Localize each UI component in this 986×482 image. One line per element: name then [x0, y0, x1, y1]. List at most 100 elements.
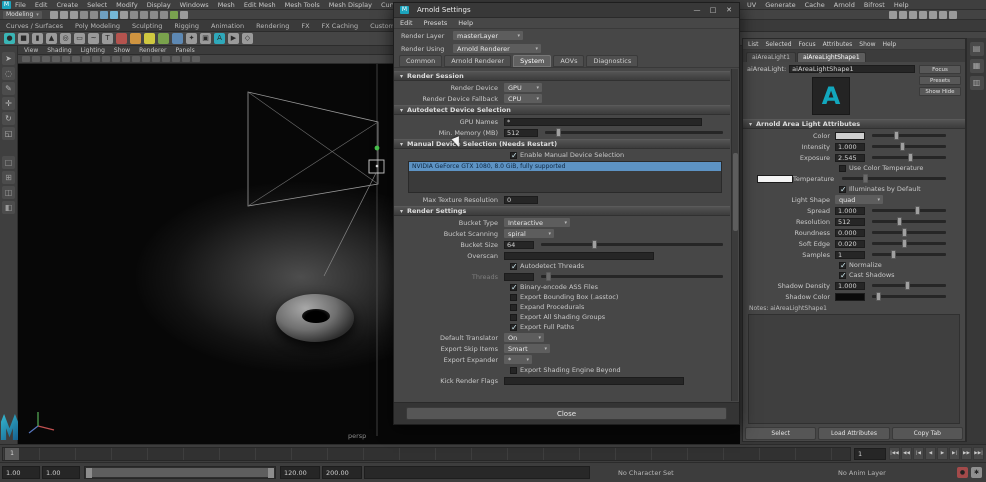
range-slider[interactable]	[84, 466, 276, 479]
menu-item[interactable]: Help	[894, 1, 909, 9]
expand-procedurals-checkbox[interactable]	[510, 303, 517, 311]
shelf-tab[interactable]: Rigging	[174, 22, 199, 30]
step-back-key-button[interactable]: |◀	[913, 447, 924, 460]
hypershade-icon[interactable]	[919, 10, 927, 19]
ae-node-tab[interactable]: aiAreaLight1	[746, 52, 796, 62]
export-full-paths-checkbox[interactable]	[510, 323, 518, 332]
shelf-fire-icon[interactable]	[144, 33, 155, 44]
close-button[interactable]: Close	[406, 407, 727, 420]
menu-item[interactable]: UV	[747, 1, 756, 9]
shelf-tab[interactable]: FX Caching	[322, 22, 359, 30]
menu-set-selector[interactable]: Modeling ▾	[3, 10, 42, 19]
menu-item[interactable]: Mesh	[218, 1, 235, 9]
shelf-sphere-icon[interactable]: ●	[4, 33, 15, 44]
shadow-color-swatch[interactable]	[835, 292, 865, 301]
vp-safe-action-icon[interactable]	[132, 56, 140, 62]
snap-to-grid-icon[interactable]	[129, 10, 138, 19]
render-layer-dropdown[interactable]: masterLayer ▾	[453, 31, 523, 40]
dialog-menu-item[interactable]: Help	[458, 19, 473, 27]
scale-tool-icon[interactable]: ◱	[2, 127, 15, 140]
render-using-dropdown[interactable]: Arnold Renderer ▾	[453, 44, 541, 53]
ae-menu-item[interactable]: Show	[859, 41, 875, 48]
shelf-grass-icon[interactable]	[158, 33, 169, 44]
select-by-hierarchy-icon[interactable]	[99, 10, 108, 19]
exposure-slider[interactable]	[872, 153, 946, 162]
viewport-menu-item[interactable]: Panels	[175, 47, 194, 54]
menu-item[interactable]: Create	[56, 1, 78, 9]
vp-safe-title-icon[interactable]	[142, 56, 150, 62]
kick-render-flags-field[interactable]	[504, 376, 684, 385]
vp-gate-mask-icon[interactable]	[112, 56, 120, 62]
vp-textured-icon[interactable]	[172, 56, 180, 62]
snap-to-curve-icon[interactable]	[139, 10, 148, 19]
menu-item[interactable]: Cache	[805, 1, 825, 9]
ipr-render-icon[interactable]	[899, 10, 907, 19]
samples-slider[interactable]	[872, 250, 946, 259]
section-manual-device[interactable]: ▾ Manual Device Selection (Needs Restart)	[394, 139, 730, 149]
shelf-tab[interactable]: Curves / Surfaces	[6, 22, 63, 30]
viewport-menu-item[interactable]: Show	[114, 47, 130, 54]
shadow-color-slider[interactable]	[872, 292, 946, 301]
shelf-render-icon[interactable]: ▶	[228, 33, 239, 44]
menu-item[interactable]: Select	[87, 1, 107, 9]
playback-end-field[interactable]: 120.00	[280, 466, 320, 479]
animation-preferences-icon[interactable]: ✱	[971, 467, 982, 478]
vp-wireframe-icon[interactable]	[152, 56, 160, 62]
light-editor-icon[interactable]	[929, 10, 937, 19]
new-scene-icon[interactable]	[49, 10, 58, 19]
sidebar-attribute-editor-tab[interactable]: ▤	[969, 42, 984, 56]
character-set-selector[interactable]: No Character Set	[618, 469, 674, 477]
viewport-menu-item[interactable]: Shading	[47, 47, 71, 54]
play-forwards-button[interactable]: ▶	[937, 447, 948, 460]
open-scene-icon[interactable]	[59, 10, 68, 19]
temperature-slider[interactable]	[842, 174, 946, 183]
presets-button[interactable]: Presets	[919, 76, 961, 85]
vp-image-plane-icon[interactable]	[62, 56, 70, 62]
vp-shaded-icon[interactable]	[162, 56, 170, 62]
vp-field-chart-icon[interactable]	[122, 56, 130, 62]
bucket-size-slider[interactable]	[541, 240, 723, 249]
layout-four-pane-icon[interactable]: ⊞	[2, 171, 15, 184]
lasso-tool-icon[interactable]: ◌	[2, 67, 15, 80]
load-attributes-button[interactable]: Load Attributes	[818, 427, 890, 440]
exposure-field[interactable]: 2.545	[835, 153, 865, 162]
samples-field[interactable]: 1	[835, 250, 865, 259]
current-time-field[interactable]: 1	[854, 447, 886, 460]
bucket-size-field[interactable]: 64	[504, 240, 534, 249]
shelf-tab[interactable]: Sculpting	[132, 22, 162, 30]
show-hide-button[interactable]: Show Hide	[919, 87, 961, 96]
anim-layer-selector[interactable]: No Anim Layer	[838, 469, 886, 477]
step-forward-frame-button[interactable]: ▶▶	[961, 447, 972, 460]
auto-keyframe-icon[interactable]: ●	[957, 467, 968, 478]
soft-edge-field[interactable]: 0.020	[835, 239, 865, 248]
dialog-menu-item[interactable]: Edit	[400, 19, 413, 27]
menu-item[interactable]: Modify	[116, 1, 138, 9]
layout-single-pane-icon[interactable]: □	[2, 156, 15, 169]
shadow-density-slider[interactable]	[872, 281, 946, 290]
notes-box[interactable]	[748, 314, 960, 424]
copy-tab-button[interactable]: Copy Tab	[891, 427, 963, 440]
ae-menu-item[interactable]: Attributes	[823, 41, 853, 48]
dialog-scrollbar[interactable]	[731, 69, 738, 401]
overscan-field[interactable]	[504, 251, 654, 260]
shelf-tab[interactable]: Poly Modeling	[75, 22, 120, 30]
shelf-tab[interactable]: Animation	[211, 22, 244, 30]
shelf-cylinder-icon[interactable]: ▮	[32, 33, 43, 44]
menu-item[interactable]: Generate	[765, 1, 795, 9]
shelf-node-icon[interactable]: ◇	[242, 33, 253, 44]
menu-item[interactable]: Windows	[180, 1, 209, 9]
make-live-icon[interactable]	[169, 10, 178, 19]
select-tool-icon[interactable]: ➤	[2, 52, 15, 65]
dialog-menu-item[interactable]: Presets	[424, 19, 448, 27]
resolution-field[interactable]: 512	[835, 217, 865, 226]
select-by-component-icon[interactable]	[119, 10, 128, 19]
playback-start-field[interactable]: 1.00	[42, 466, 80, 479]
binary-encode-ass-checkbox[interactable]	[510, 283, 518, 292]
intensity-slider[interactable]	[872, 142, 946, 151]
illuminates-by-default-checkbox[interactable]	[839, 185, 847, 194]
shelf-light-icon[interactable]: ✦	[186, 33, 197, 44]
shelf-camera-icon[interactable]: ▣	[200, 33, 211, 44]
shelf-cube-icon[interactable]: ■	[18, 33, 29, 44]
shelf-text-icon[interactable]: T	[102, 33, 113, 44]
min-memory-field[interactable]: 512	[504, 128, 538, 137]
